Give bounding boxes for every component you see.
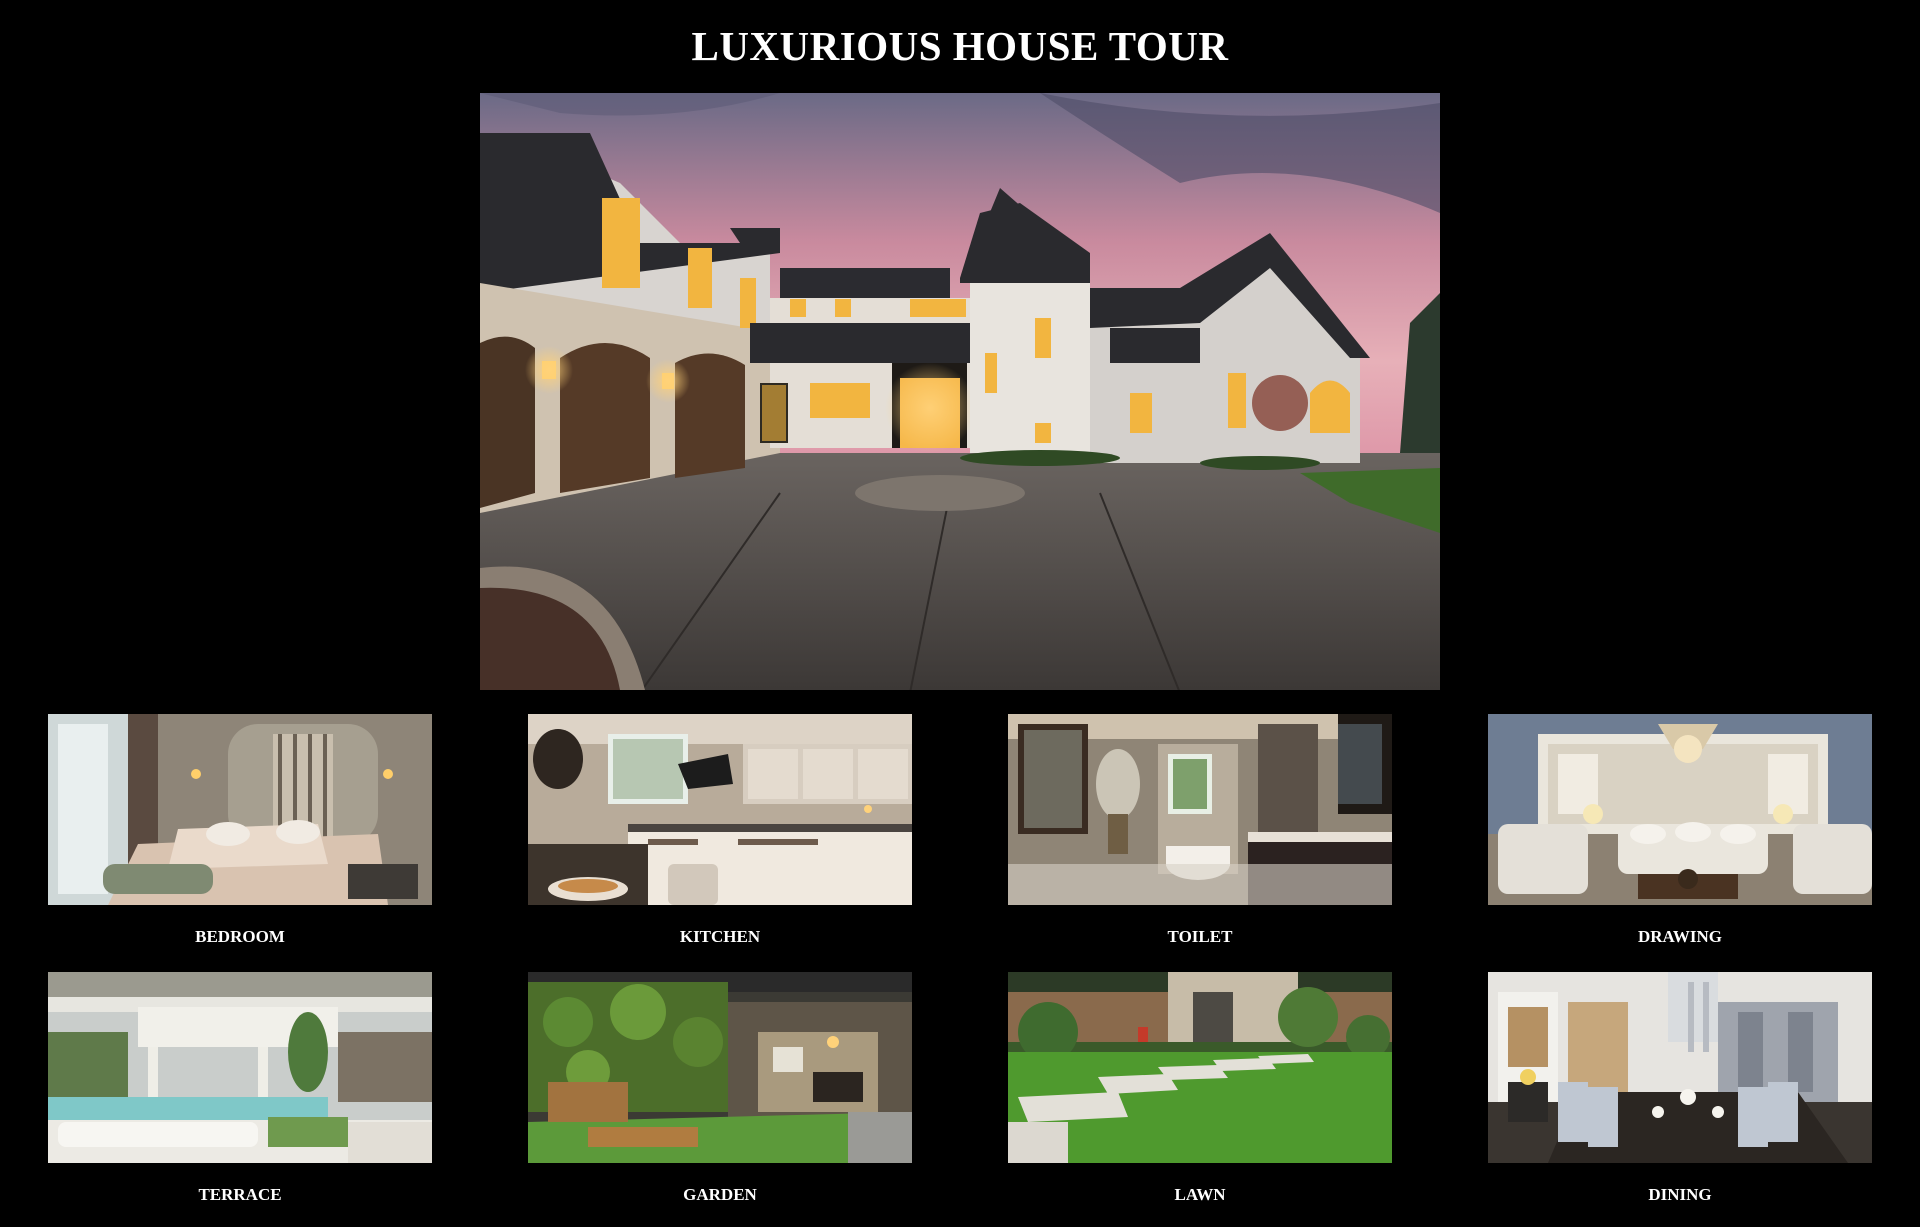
- terrace-thumbnail[interactable]: [48, 972, 432, 1163]
- room-label-terrace: TERRACE: [198, 1185, 282, 1204]
- toilet-thumbnail[interactable]: [1008, 714, 1392, 905]
- dining-thumbnail[interactable]: [1488, 972, 1872, 1163]
- room-label-garden: GARDEN: [683, 1185, 757, 1204]
- garden-thumbnail[interactable]: [528, 972, 912, 1163]
- kitchen-thumbnail[interactable]: [528, 714, 912, 905]
- hero-house-image: [480, 93, 1440, 690]
- room-label-kitchen: KITCHEN: [679, 927, 761, 946]
- bedroom-thumbnail[interactable]: [48, 714, 432, 905]
- room-label-drawing: DRAWING: [1637, 927, 1723, 946]
- room-label-toilet: TOILET: [1167, 927, 1233, 946]
- room-label-bedroom: BEDROOM: [195, 927, 285, 946]
- room-label-lawn: LAWN: [1174, 1185, 1226, 1204]
- page-title: LUXURIOUS HOUSE TOUR: [691, 23, 1229, 69]
- lawn-thumbnail[interactable]: [1008, 972, 1392, 1163]
- room-label-dining: DINING: [1648, 1185, 1712, 1204]
- drawing-thumbnail[interactable]: [1488, 714, 1872, 905]
